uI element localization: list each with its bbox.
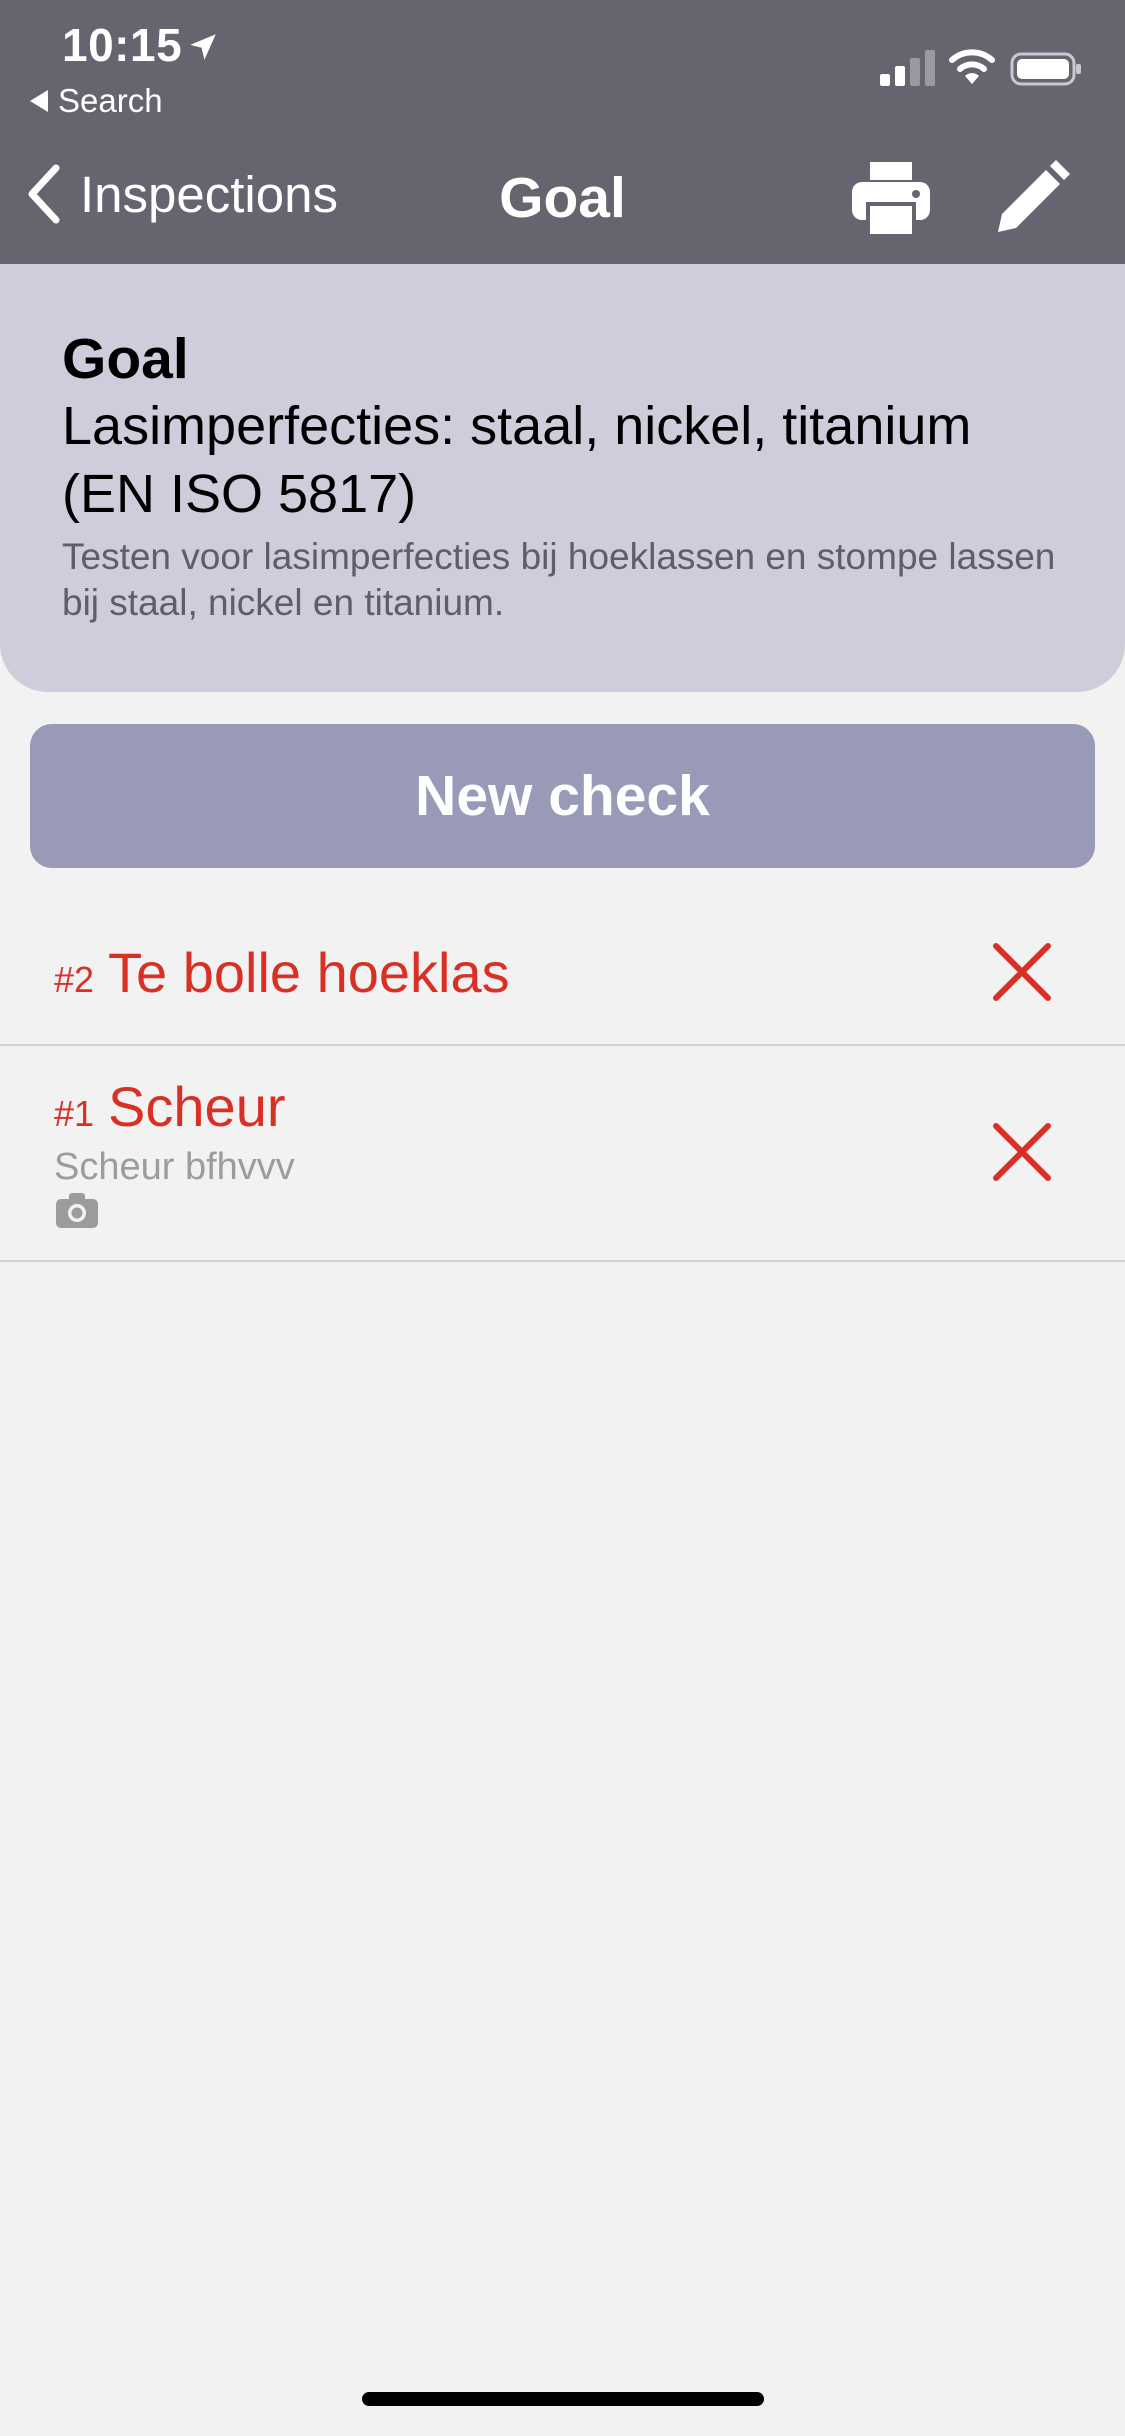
wifi-icon — [949, 49, 995, 84]
close-icon[interactable] — [990, 940, 1054, 1004]
goal-card: Goal Lasimperfecties: staal, nickel, tit… — [0, 264, 1125, 692]
camera-icon — [56, 1193, 98, 1228]
signal-icon — [880, 50, 935, 86]
check-heading: #2 Te bolle hoeklas — [54, 940, 510, 1005]
new-check-button[interactable]: New check — [30, 724, 1095, 868]
back-triangle-icon — [30, 90, 48, 112]
back-to-search-button[interactable]: Search — [30, 82, 163, 120]
printer-icon[interactable] — [850, 158, 932, 238]
goal-title: Lasimperfecties: staal, nickel, titanium… — [62, 396, 972, 524]
check-number: #2 — [54, 959, 95, 1000]
location-arrow-icon — [190, 34, 216, 60]
battery-icon — [1010, 52, 1081, 86]
check-number: #1 — [54, 1093, 95, 1134]
goal-label: Goal — [62, 327, 189, 391]
check-heading: #1 Scheur — [54, 1074, 285, 1139]
pencil-icon[interactable] — [990, 158, 1072, 238]
page-title: Goal — [499, 166, 626, 230]
check-row[interactable]: #2 Te bolle hoeklas — [0, 900, 1125, 1046]
back-app-label: Search — [58, 82, 163, 119]
close-icon[interactable] — [990, 1120, 1054, 1184]
status-time: 10:15 — [62, 19, 183, 71]
home-indicator[interactable] — [362, 2392, 764, 2406]
check-title: Scheur — [108, 1075, 286, 1138]
check-title: Te bolle hoeklas — [108, 941, 510, 1004]
check-subtitle: Scheur bfhvvv — [54, 1146, 295, 1188]
goal-description: Testen voor lasimperfecties bij hoeklass… — [62, 536, 1056, 623]
check-row[interactable]: #1 Scheur Scheur bfhvvv — [0, 1046, 1125, 1262]
top-bar: 10:15 Search Inspections Goal — [0, 0, 1125, 264]
